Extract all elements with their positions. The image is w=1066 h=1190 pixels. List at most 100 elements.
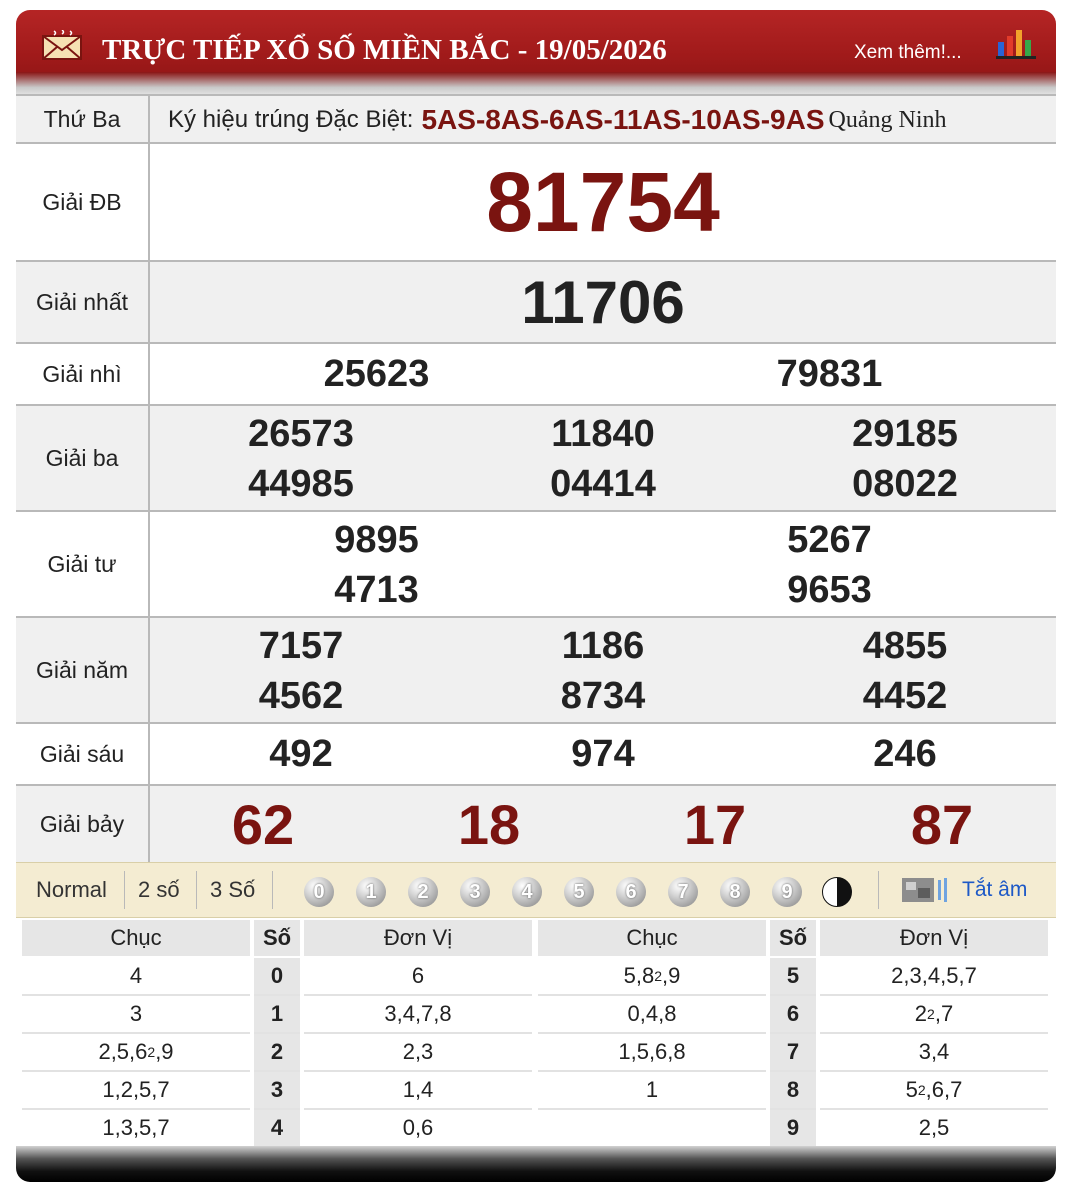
prize-number: 44985 xyxy=(248,462,354,505)
prize-label: Giải sáu xyxy=(16,724,150,784)
digit-3-ball[interactable]: 3 xyxy=(460,877,490,907)
prize-row-db: Giải ĐB 81754 xyxy=(16,144,1056,262)
prize-number: 11706 xyxy=(521,268,685,336)
prize-number: 62 xyxy=(231,792,295,856)
stats-cell-so: 2 xyxy=(254,1034,300,1072)
stats-cell-so: 9 xyxy=(770,1110,816,1148)
prize-label: Giải ĐB xyxy=(16,144,150,260)
stats-cell-chuc: 1,5,6,8 xyxy=(538,1034,766,1072)
stats-table-left: Chục Số Đơn Vị 4 0 6 3 1 3,4,7,8 2,5,6 2,9 2 2,3 1… xyxy=(22,920,534,1152)
stats-row: 5,8 2,9 5 2,3,4,5,7 xyxy=(538,958,1050,996)
prize-row-bay: Giải bảy 62 18 17 87 xyxy=(16,786,1056,862)
digit-5-ball[interactable]: 5 xyxy=(564,877,594,907)
digit-0-ball[interactable]: 0 xyxy=(304,877,334,907)
prize-number: 4713 xyxy=(334,568,419,611)
prize-number: 9653 xyxy=(787,568,872,611)
stats-cell-chuc: 1,2,5,7 xyxy=(22,1072,250,1110)
option-3-digits[interactable]: 3 Số xyxy=(210,863,255,917)
prize-row-tu: Giải tư 9895 5267 4713 9653 xyxy=(16,512,1056,618)
prize-row-ba: Giải ba 26573 11840 29185 44985 04414 08… xyxy=(16,406,1056,512)
prize-number: 8734 xyxy=(560,674,646,717)
stats-cell-chuc: 1,3,5,7 xyxy=(22,1110,250,1148)
stats-cell-chuc: 2,5,6 2,9 xyxy=(22,1034,250,1072)
prize-number: 4452 xyxy=(862,674,948,717)
prize-number: 81754 xyxy=(486,154,720,249)
stats-cell-so: 1 xyxy=(254,996,300,1034)
mute-toggle[interactable]: Tắt âm xyxy=(962,863,1027,917)
prize-number: 04414 xyxy=(550,462,656,505)
day-label: Thứ Ba xyxy=(16,96,150,142)
prize-number: 492 xyxy=(269,732,333,775)
header-chuc: Chục xyxy=(22,920,250,956)
header-donvi: Đơn Vị xyxy=(820,920,1048,956)
special-symbol-codes: 5AS-8AS-6AS-11AS-10AS-9AS xyxy=(421,104,825,135)
digit-6-ball[interactable]: 6 xyxy=(616,877,646,907)
prize-number: 79831 xyxy=(776,352,883,395)
prize-number: 26573 xyxy=(248,412,354,455)
prize-row-sau: Giải sáu 492 974 246 xyxy=(16,724,1056,786)
stats-cell-chuc: 0,4,8 xyxy=(538,996,766,1034)
sound-icon[interactable] xyxy=(902,876,952,904)
prize-label: Giải bảy xyxy=(16,786,150,862)
stats-cell-so: 5 xyxy=(770,958,816,996)
prize-number: 87 xyxy=(910,792,974,856)
stats-cell-so: 0 xyxy=(254,958,300,996)
stats-cell-chuc xyxy=(538,1110,766,1148)
stats-cell-donvi: 5 2,6,7 xyxy=(820,1072,1048,1110)
prize-number: 18 xyxy=(457,792,521,856)
stats-row: 2,5,6 2,9 2 2,3 xyxy=(22,1034,534,1072)
yin-yang-icon[interactable] xyxy=(822,877,852,907)
option-normal[interactable]: Normal xyxy=(36,863,107,917)
prize-number: 25623 xyxy=(323,352,430,395)
stats-cell-chuc: 5,8 2,9 xyxy=(538,958,766,996)
stats-row: 1,5,6,8 7 3,4 xyxy=(538,1034,1050,1072)
stats-cell-donvi: 3,4 xyxy=(820,1034,1048,1072)
stats-row: 1,2,5,7 3 1,4 xyxy=(22,1072,534,1110)
stats-cell-chuc: 3 xyxy=(22,996,250,1034)
stats-cell-donvi: 2,3,4,5,7 xyxy=(820,958,1048,996)
stats-cell-donvi: 2,5 xyxy=(820,1110,1048,1148)
header-so: Số xyxy=(254,920,300,956)
prize-number: 9895 xyxy=(334,518,419,561)
prize-number: 4562 xyxy=(258,674,344,717)
digit-1-ball[interactable]: 1 xyxy=(356,877,386,907)
stats-cell-donvi: 2,3 xyxy=(304,1034,532,1072)
prize-label: Giải năm xyxy=(16,618,150,722)
stats-row: 3 1 3,4,7,8 xyxy=(22,996,534,1034)
province: Quảng Ninh xyxy=(828,106,947,133)
prize-number: 29185 xyxy=(852,412,958,455)
header-chuc: Chục xyxy=(538,920,766,956)
stats-row: 1,3,5,7 4 0,6 xyxy=(22,1110,534,1148)
stats-cell-donvi: 0,6 xyxy=(304,1110,532,1148)
prize-row-nhat: Giải nhất 11706 xyxy=(16,262,1056,344)
prize-number: 17 xyxy=(683,792,747,856)
prize-number: 974 xyxy=(571,732,635,775)
prize-number: 08022 xyxy=(852,462,958,505)
digit-8-ball[interactable]: 8 xyxy=(720,877,750,907)
stats-cell-donvi: 3,4,7,8 xyxy=(304,996,532,1034)
see-more-link[interactable]: Xem thêm!... xyxy=(854,42,962,64)
mail-icon xyxy=(42,30,82,60)
bar-chart-icon[interactable] xyxy=(996,28,1036,60)
lottery-widget: TRỰC TIẾP XỔ SỐ MIỀN BẮC - 19/05/2026 Xe… xyxy=(16,10,1056,1182)
prize-number: 7157 xyxy=(258,624,344,667)
digit-9-ball[interactable]: 9 xyxy=(772,877,802,907)
stats-cell-so: 4 xyxy=(254,1110,300,1148)
digit-7-ball[interactable]: 7 xyxy=(668,877,698,907)
header-donvi: Đơn Vị xyxy=(304,920,532,956)
header-so: Số xyxy=(770,920,816,956)
option-2-digits[interactable]: 2 số xyxy=(138,863,180,917)
digit-2-ball[interactable]: 2 xyxy=(408,877,438,907)
prize-number: 4855 xyxy=(862,624,948,667)
special-symbol-label: Ký hiệu trúng Đặc Biệt: xyxy=(168,106,414,133)
prize-number: 11840 xyxy=(551,412,655,455)
prize-label: Giải nhất xyxy=(16,262,150,342)
stats-cell-so: 8 xyxy=(770,1072,816,1110)
stats-cell-so: 7 xyxy=(770,1034,816,1072)
stats-cell-donvi: 1,4 xyxy=(304,1072,532,1110)
stats-table-right: Chục Số Đơn Vị 5,8 2,9 5 2,3,4,5,7 0,4,8 6 2 2,… xyxy=(538,920,1050,1152)
prize-row-nhi: Giải nhì 25623 79831 xyxy=(16,344,1056,406)
info-row: Thứ Ba Ký hiệu trúng Đặc Biệt: 5AS-8AS-6… xyxy=(16,94,1056,144)
stats-cell-chuc: 1 xyxy=(538,1072,766,1110)
digit-4-ball[interactable]: 4 xyxy=(512,877,542,907)
